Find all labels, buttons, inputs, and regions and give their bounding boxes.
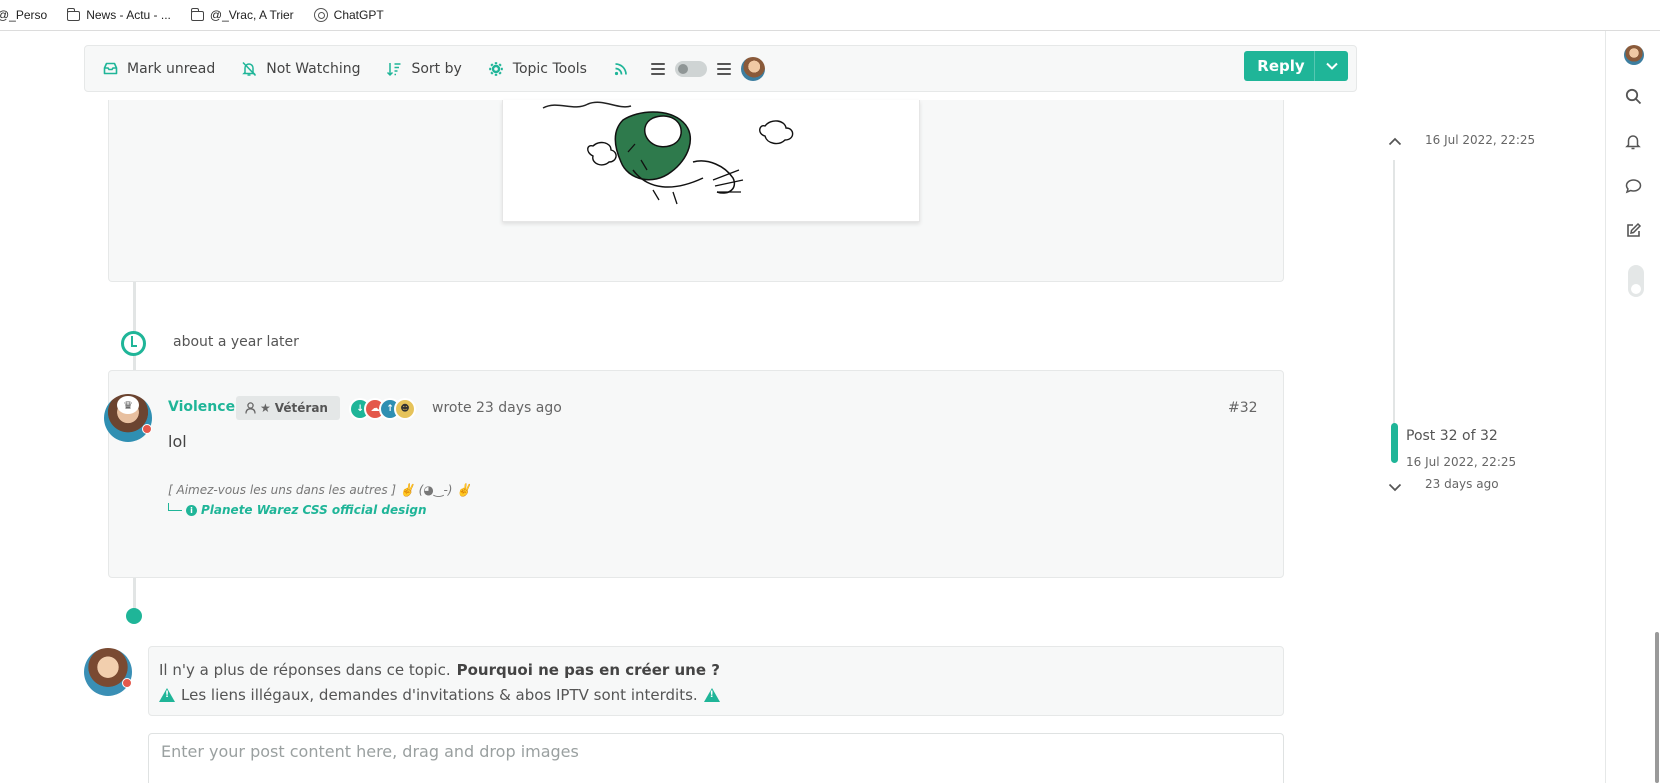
avatar[interactable] bbox=[1624, 45, 1644, 65]
badge-icon[interactable]: ☻ bbox=[394, 398, 416, 420]
editor-placeholder: Enter your post content here, drag and d… bbox=[161, 742, 579, 761]
chevron-down-icon[interactable] bbox=[1388, 477, 1402, 496]
reply-button[interactable]: Reply bbox=[1244, 51, 1348, 81]
topic-toolbar: Mark unread Not Watching Sort by Topic T… bbox=[84, 45, 1357, 92]
watch-toggle-button[interactable]: Not Watching bbox=[241, 61, 360, 77]
signature-quote: [ Aimez-vous les uns dans les autres ] ✌… bbox=[168, 483, 472, 497]
mark-unread-label: Mark unread bbox=[127, 60, 216, 77]
avatar[interactable] bbox=[740, 56, 765, 81]
bookmark-label: ChatGPT bbox=[333, 8, 384, 22]
timeline-current-post: Post 32 of 32 bbox=[1406, 428, 1498, 444]
crown-icon: ♛ bbox=[117, 396, 139, 414]
bookmark-label: News - Actu - ... bbox=[86, 8, 171, 22]
folder-icon bbox=[190, 7, 204, 21]
rss-button[interactable] bbox=[613, 61, 629, 77]
bookmark-vrac[interactable]: @_Vrac, A Trier bbox=[190, 7, 294, 22]
status-badge bbox=[122, 678, 132, 688]
post-content: lol bbox=[168, 432, 187, 451]
post-author[interactable]: Violence bbox=[168, 399, 235, 415]
time-gap-label: about a year later bbox=[173, 334, 299, 350]
view-toggle[interactable] bbox=[674, 60, 707, 77]
list-view-icon[interactable] bbox=[650, 62, 665, 75]
not-watching-label: Not Watching bbox=[266, 60, 361, 77]
reply-label: Reply bbox=[1257, 57, 1305, 75]
user-icon bbox=[245, 402, 256, 414]
rules-text: Les liens illégaux, demandes d'invitatio… bbox=[181, 685, 698, 704]
chatgpt-icon bbox=[313, 8, 328, 22]
timeline-first-date[interactable]: 16 Jul 2022, 22:25 bbox=[1425, 133, 1535, 147]
bookmark-chatgpt[interactable]: ChatGPT bbox=[313, 8, 384, 22]
post-number[interactable]: #32 bbox=[1228, 400, 1258, 416]
rank-badge[interactable]: ★ Vétéran bbox=[236, 396, 340, 420]
sidebar-toggle[interactable] bbox=[1628, 265, 1644, 297]
right-sidebar bbox=[1605, 31, 1660, 783]
post-timestamp[interactable]: wrote 23 days ago bbox=[432, 400, 562, 416]
notice-cta[interactable]: Pourquoi ne pas en créer une ? bbox=[457, 661, 720, 679]
topic-tools-label: Topic Tools bbox=[512, 60, 587, 77]
corner-arrow-icon bbox=[168, 503, 182, 511]
chat-icon[interactable] bbox=[1622, 175, 1644, 197]
bookmark-label: @_Vrac, A Trier bbox=[209, 8, 294, 22]
post-editor-input[interactable]: Enter your post content here, drag and d… bbox=[148, 733, 1284, 783]
timeline-connector bbox=[133, 282, 136, 370]
page-scrollbar[interactable] bbox=[1655, 632, 1659, 783]
rss-icon bbox=[613, 61, 629, 77]
sort-by-label: Sort by bbox=[411, 60, 462, 77]
comic-image bbox=[502, 100, 920, 222]
compact-view-icon[interactable] bbox=[716, 62, 731, 75]
inbox-icon bbox=[102, 61, 118, 77]
bookmark-perso[interactable]: @_Perso bbox=[0, 8, 47, 22]
bell-icon[interactable] bbox=[1622, 130, 1644, 152]
signature-link[interactable]: Planete Warez CSS official design bbox=[201, 503, 427, 517]
timeline-last-ago[interactable]: 23 days ago bbox=[1425, 477, 1499, 491]
warning-icon bbox=[159, 687, 175, 702]
bookmark-news[interactable]: News - Actu - ... bbox=[66, 7, 171, 22]
search-icon[interactable] bbox=[1622, 85, 1644, 107]
bookmarks-bar: @_Perso News - Actu - ... @_Vrac, A Trie… bbox=[0, 0, 1660, 31]
mark-unread-button[interactable]: Mark unread bbox=[102, 61, 215, 77]
timeline-end-dot bbox=[126, 608, 142, 624]
folder-icon bbox=[66, 7, 81, 21]
compose-icon[interactable] bbox=[1622, 219, 1644, 241]
status-badge bbox=[142, 424, 152, 434]
chevron-up-icon[interactable] bbox=[1388, 131, 1402, 150]
rank-label: Vétéran bbox=[274, 401, 328, 415]
timeline-connector bbox=[133, 578, 136, 610]
gear-icon bbox=[488, 61, 504, 77]
bell-slash-icon bbox=[241, 61, 257, 77]
clock-icon bbox=[121, 331, 146, 356]
timeline-handle[interactable] bbox=[1391, 423, 1398, 463]
bookmark-label: @_Perso bbox=[0, 8, 48, 22]
sort-icon bbox=[386, 61, 402, 77]
sort-by-button[interactable]: Sort by bbox=[386, 60, 462, 77]
notice-text: Il n'y a plus de réponses dans ce topic. bbox=[159, 660, 451, 679]
timeline-track[interactable] bbox=[1393, 160, 1395, 462]
star-icon: ★ bbox=[260, 401, 271, 415]
quick-reply-notice: Il n'y a plus de réponses dans ce topic.… bbox=[148, 646, 1284, 716]
chevron-down-icon[interactable] bbox=[1314, 51, 1348, 81]
timeline-current-date: 16 Jul 2022, 22:25 bbox=[1406, 455, 1517, 469]
user-badges: ↓ ☁ ↑ ☻ bbox=[349, 398, 416, 420]
avatar[interactable] bbox=[84, 648, 132, 696]
topic-tools-button[interactable]: Topic Tools bbox=[488, 61, 587, 77]
signature-link-row: i Planete Warez CSS official design bbox=[168, 503, 427, 517]
warning-icon bbox=[703, 687, 720, 702]
info-icon: i bbox=[186, 504, 197, 516]
